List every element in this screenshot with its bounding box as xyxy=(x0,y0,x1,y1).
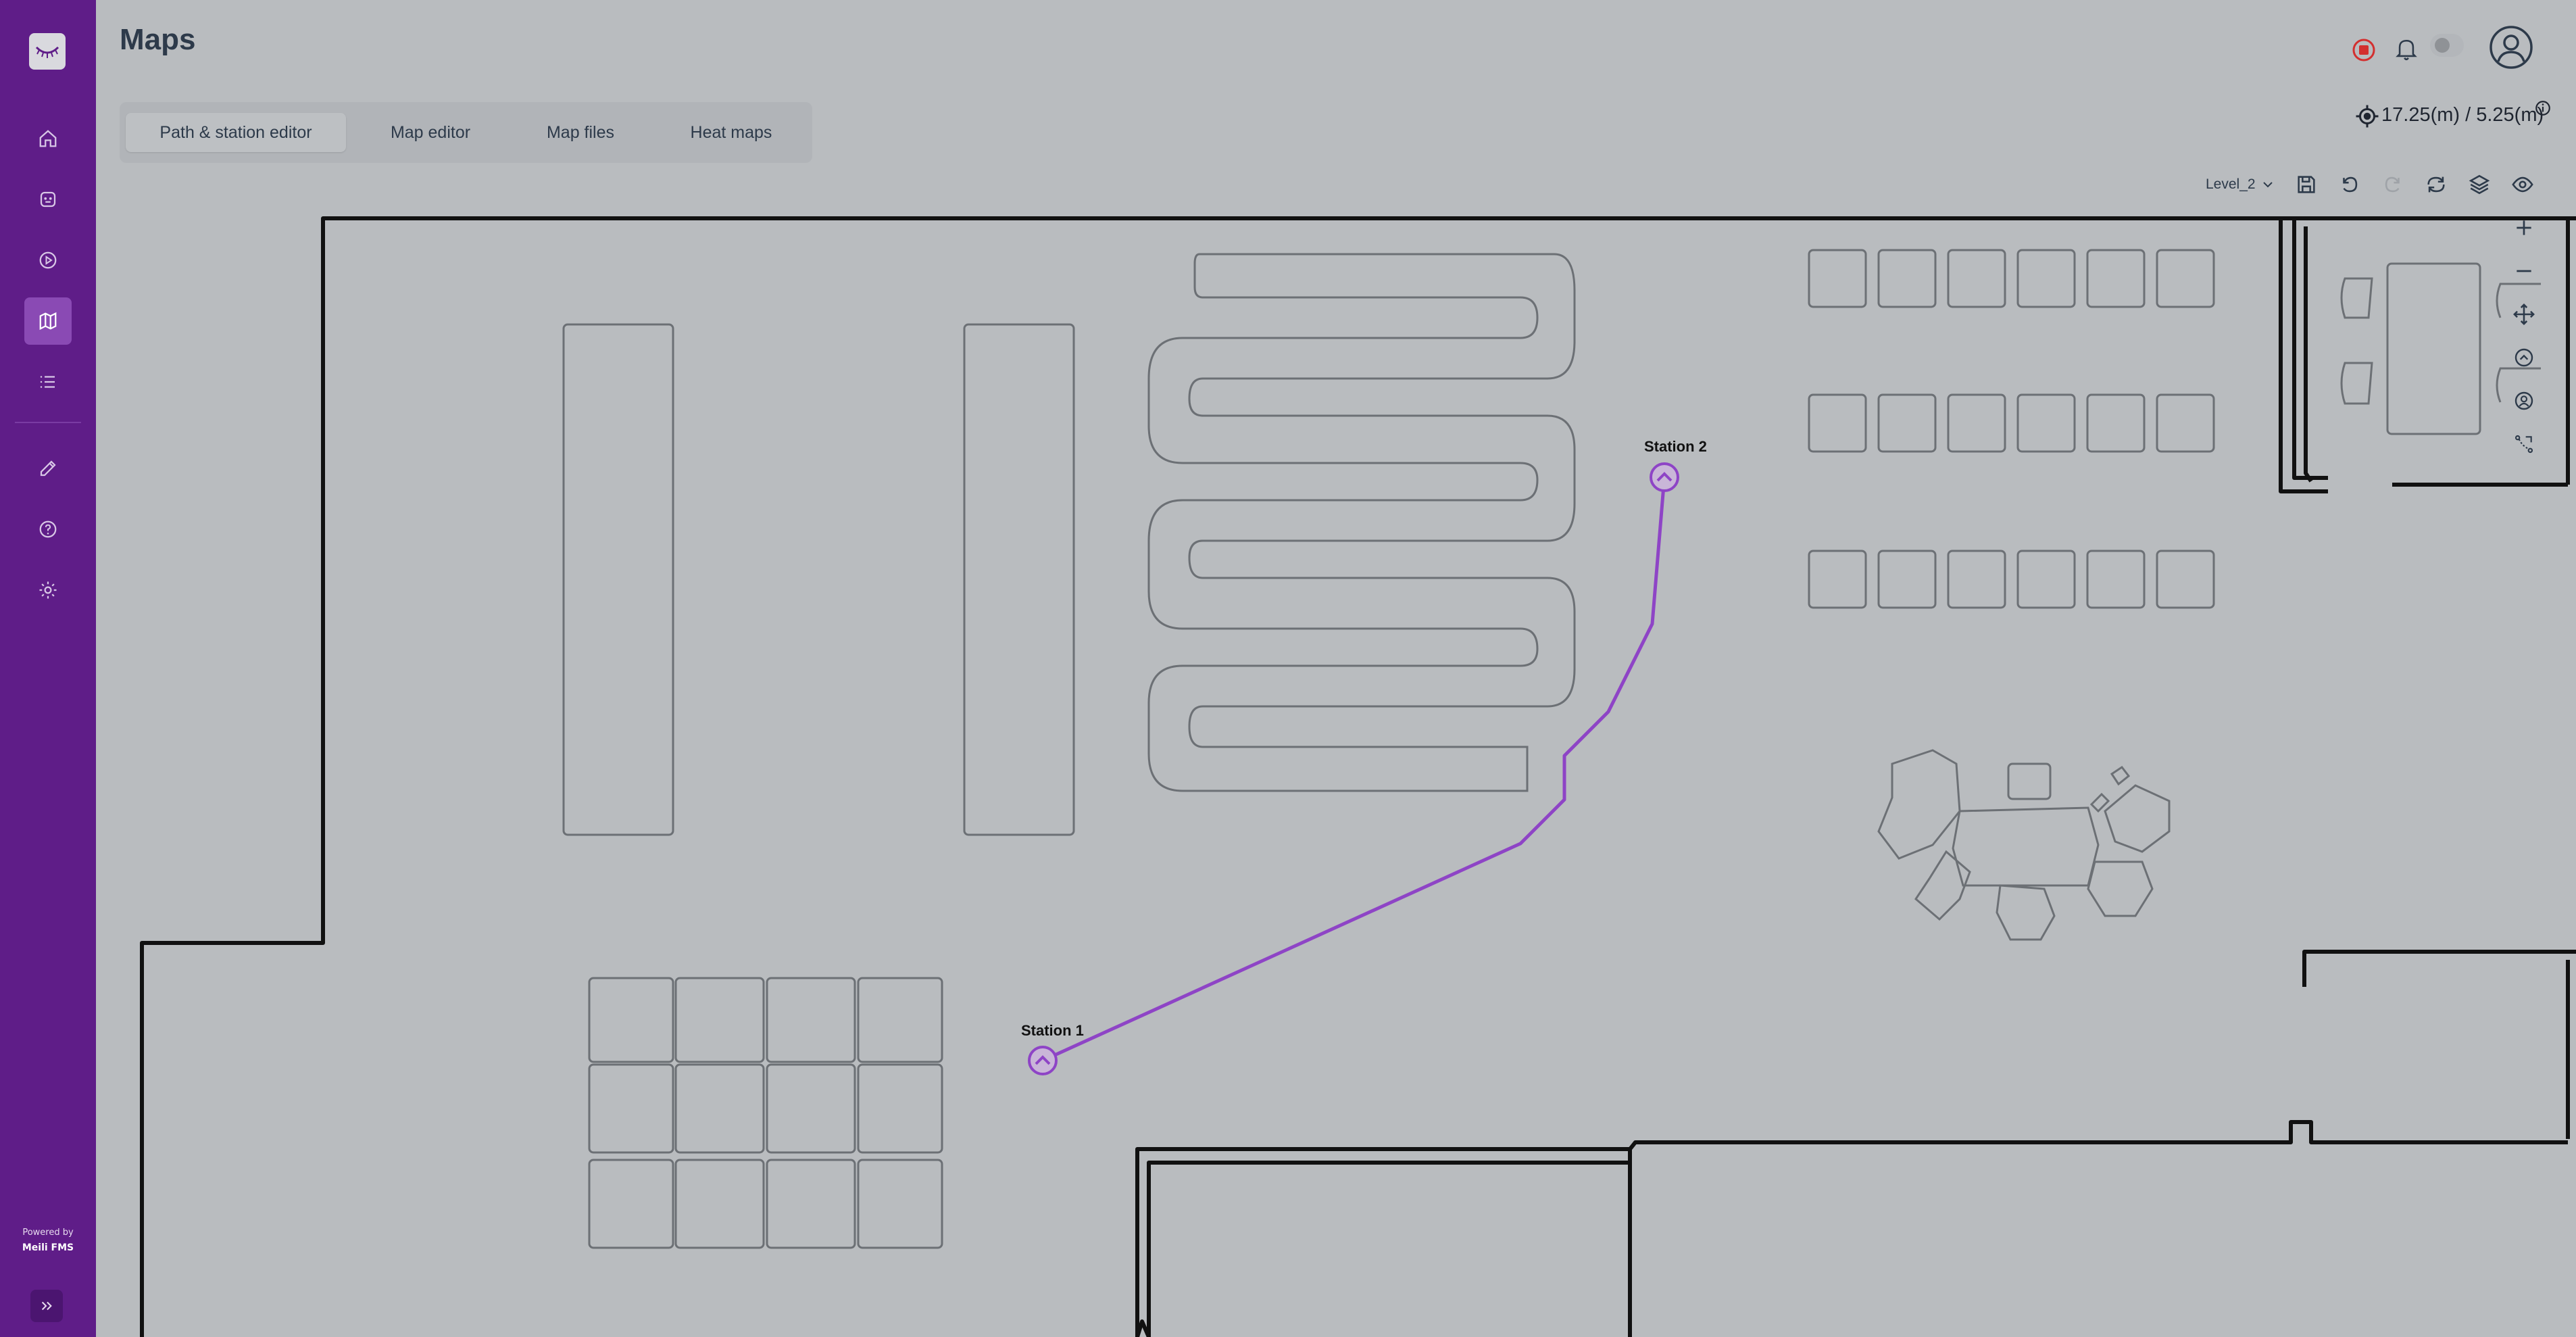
zoom-out-button[interactable] xyxy=(2507,254,2541,288)
robot-position-icon xyxy=(2515,391,2533,410)
tab-path-station-editor[interactable]: Path & station editor xyxy=(126,113,346,152)
help-icon xyxy=(39,520,57,538)
level-select[interactable]: Level_2 xyxy=(2196,170,2279,199)
home-icon xyxy=(39,130,57,147)
powered-by-text: Powered by xyxy=(22,1227,74,1238)
tab-heat-maps[interactable]: Heat maps xyxy=(657,113,806,152)
sidebar-item-list[interactable] xyxy=(24,358,72,406)
brand-name: Meili FMS xyxy=(22,1242,74,1253)
stop-icon xyxy=(2352,39,2375,62)
user-avatar-button[interactable] xyxy=(2487,23,2535,72)
station-label-1[interactable]: Station 1 xyxy=(1021,1022,1084,1040)
pan-icon xyxy=(2513,303,2535,325)
tab-map-editor[interactable]: Map editor xyxy=(356,113,505,152)
redo-icon xyxy=(2385,176,2400,193)
play-icon xyxy=(39,251,57,269)
station-tool-button[interactable] xyxy=(2507,341,2541,374)
refresh-button[interactable] xyxy=(2419,168,2453,201)
station-path xyxy=(1041,477,1666,1063)
status-dot xyxy=(2435,38,2450,53)
emergency-stop-button[interactable] xyxy=(2348,34,2380,66)
chevron-down-icon xyxy=(2263,182,2273,188)
pen-icon xyxy=(40,460,56,477)
cursor-coordinates: 17.25(m) / 5.25(m) xyxy=(2381,104,2544,126)
page-title: Maps xyxy=(120,23,196,56)
info-icon[interactable] xyxy=(2533,99,2552,118)
station-icon xyxy=(2515,348,2533,367)
sidebar-divider xyxy=(15,422,81,423)
refresh-icon xyxy=(2427,176,2445,193)
sidebar-item-maps[interactable] xyxy=(24,297,72,345)
save-button[interactable] xyxy=(2289,168,2323,201)
layers-button[interactable] xyxy=(2462,168,2496,201)
redo-button[interactable] xyxy=(2376,168,2410,201)
sidebar-item-editor[interactable] xyxy=(24,445,72,492)
path-tool-button[interactable] xyxy=(2507,427,2541,461)
sidebar-item-tasks[interactable] xyxy=(24,237,72,284)
undo-button[interactable] xyxy=(2333,168,2367,201)
connection-status-indicator xyxy=(2430,34,2464,57)
chevrons-right-icon xyxy=(41,1301,52,1311)
layers-icon xyxy=(2469,174,2490,195)
user-icon xyxy=(2490,26,2533,69)
bell-icon xyxy=(2396,39,2417,61)
eye-icon xyxy=(2512,176,2533,193)
expand-sidebar-button[interactable] xyxy=(30,1290,63,1322)
zoom-in-icon xyxy=(2517,220,2531,235)
map-walls xyxy=(140,216,2576,1337)
station-marker-2 xyxy=(1650,462,1679,492)
map-obstacles xyxy=(562,249,2541,1249)
station-label-2[interactable]: Station 2 xyxy=(1644,438,1707,456)
sidebar-item-help[interactable] xyxy=(24,506,72,553)
sidebar: Powered by Meili FMS xyxy=(0,0,96,1337)
save-icon xyxy=(2298,176,2315,193)
zoom-out-icon xyxy=(2517,270,2531,272)
visibility-button[interactable] xyxy=(2506,168,2540,201)
map-icon xyxy=(39,312,57,331)
notifications-button[interactable] xyxy=(2390,32,2423,66)
sidebar-item-robots[interactable] xyxy=(24,176,72,223)
list-icon xyxy=(40,376,55,388)
sidebar-item-home[interactable] xyxy=(24,115,72,162)
zoom-in-button[interactable] xyxy=(2507,211,2541,245)
path-icon xyxy=(2515,435,2533,454)
app-logo[interactable] xyxy=(29,33,66,70)
robot-position-button[interactable] xyxy=(2507,384,2541,418)
tab-map-files[interactable]: Map files xyxy=(513,113,648,152)
map-canvas[interactable] xyxy=(0,0,2576,1337)
pan-button[interactable] xyxy=(2507,297,2541,331)
crosshair-icon xyxy=(2354,103,2381,130)
undo-icon xyxy=(2343,176,2358,193)
level-select-value: Level_2 xyxy=(2206,176,2256,192)
map-tabs: Path & station editor Map editor Map fil… xyxy=(120,102,812,163)
sidebar-item-settings[interactable] xyxy=(24,566,72,614)
logo-icon xyxy=(35,46,59,58)
settings-icon xyxy=(39,581,57,599)
robot-icon xyxy=(40,191,56,208)
station-marker-1 xyxy=(1028,1046,1058,1075)
